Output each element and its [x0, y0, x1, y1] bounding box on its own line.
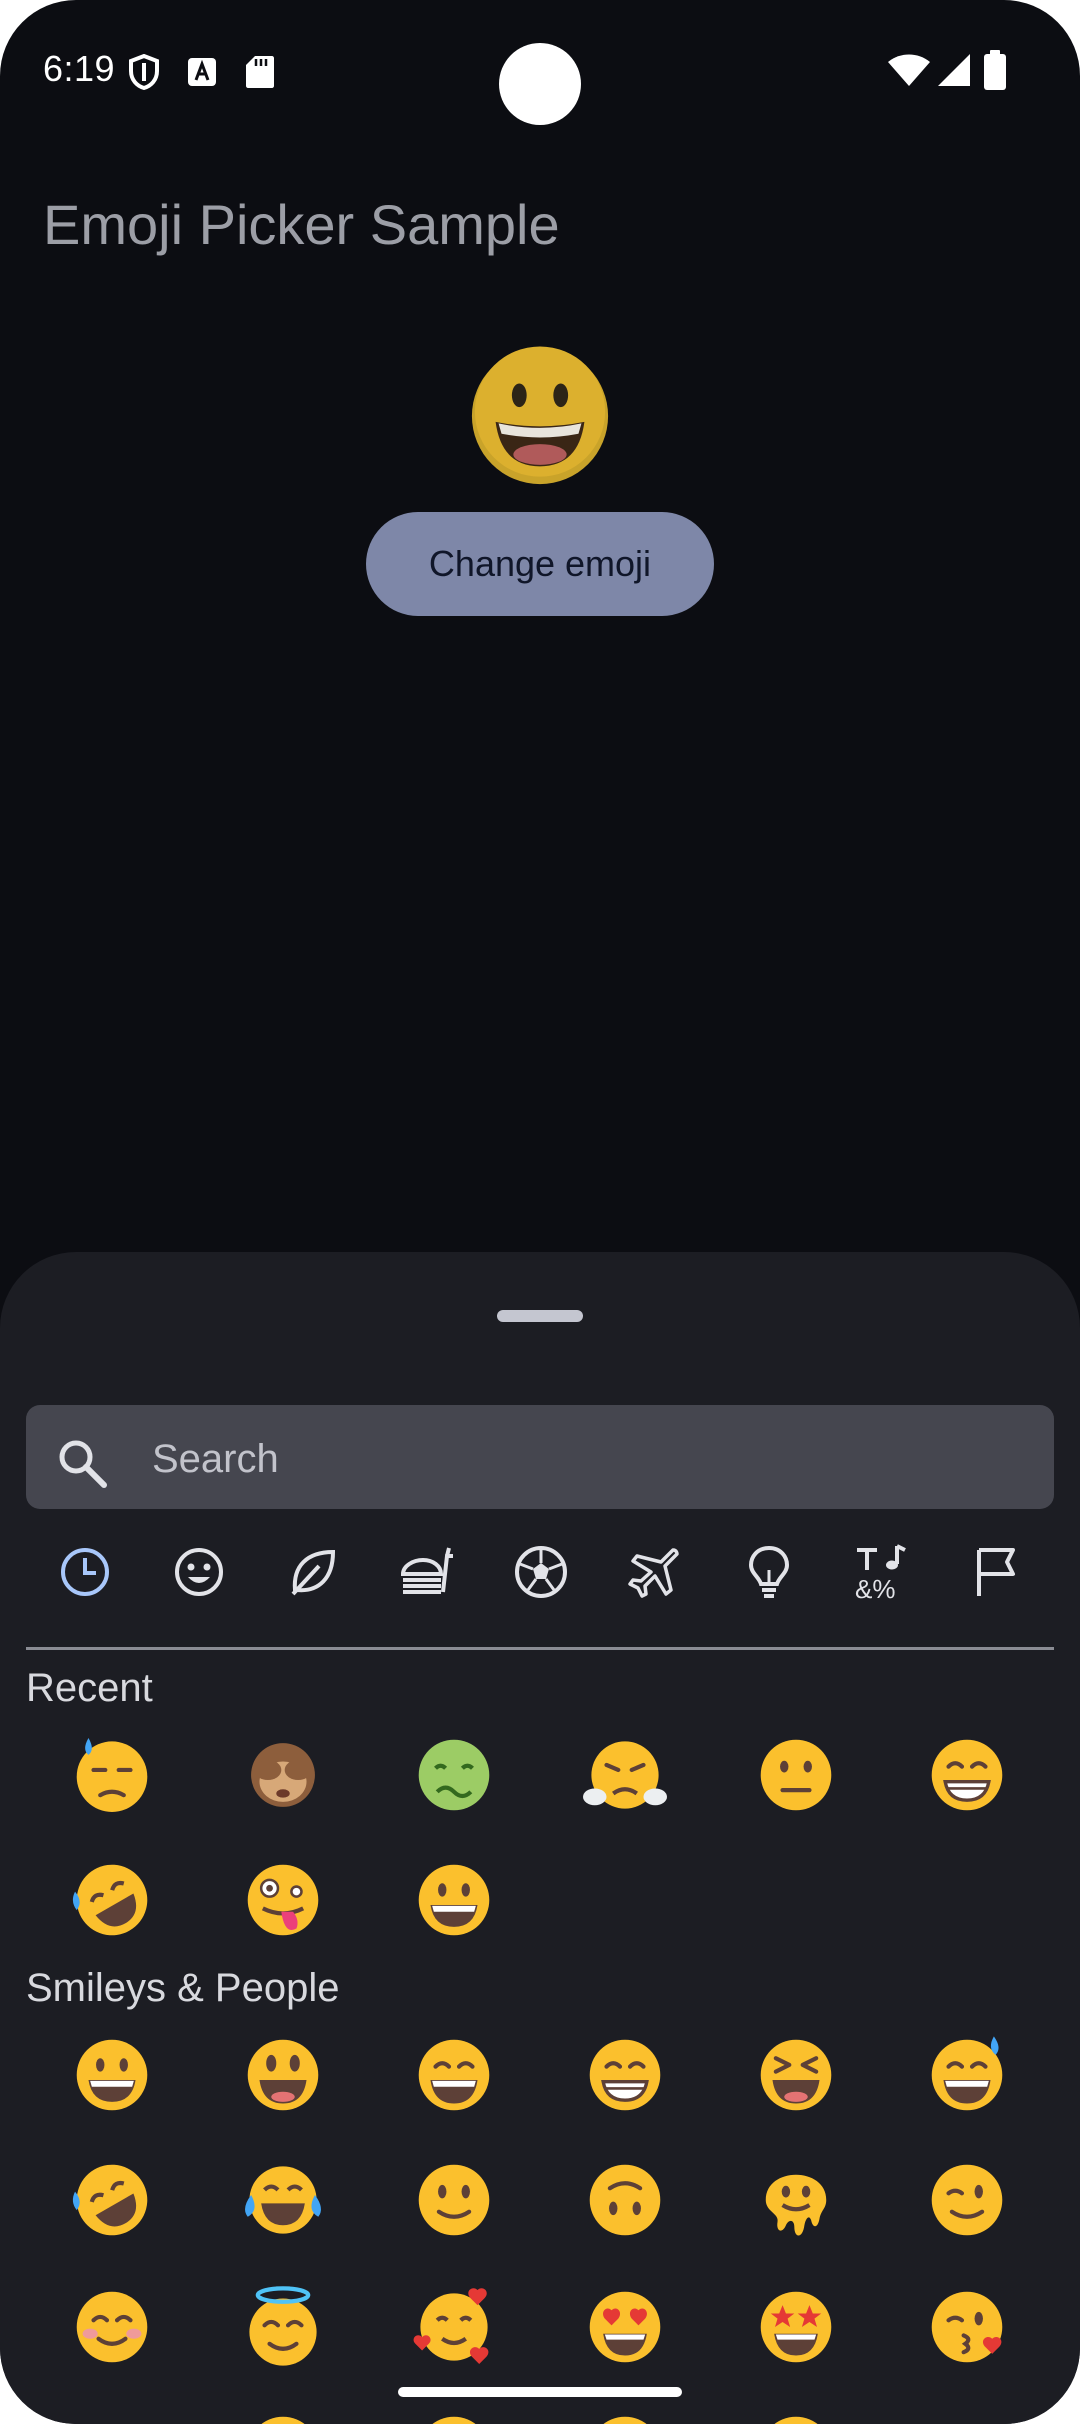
food-icon[interactable]	[397, 1542, 457, 1602]
status-time: 6:19	[43, 48, 116, 89]
font-a-icon	[188, 58, 216, 86]
change-emoji-button[interactable]: Change emoji	[366, 512, 714, 616]
svg-text:&%: &%	[855, 1574, 895, 1602]
emoji-beaming-face[interactable]	[583, 2033, 667, 2117]
drag-handle[interactable]	[497, 1310, 583, 1322]
emoji-grinning-sweat[interactable]	[925, 2033, 1009, 2117]
camera-cutout	[499, 43, 581, 125]
emoji-tears-of-joy[interactable]	[241, 2158, 325, 2242]
search-input[interactable]: Search	[152, 1437, 279, 1482]
selected-emoji-grinning-face	[471, 346, 609, 485]
emoji-partial-row	[603, 2416, 647, 2424]
section-header-recent: Recent	[26, 1666, 153, 1710]
emoji-nauseated-face[interactable]	[412, 1733, 496, 1817]
emoji-rofl-face[interactable]	[70, 1858, 154, 1942]
search-bar[interactable]: Search	[26, 1405, 1054, 1509]
category-divider	[26, 1647, 1054, 1650]
phone-screen: 6:19 Emoji Picker Sample Change emoji Se…	[0, 0, 1080, 2424]
emoji-grinning-smiling-eyes[interactable]	[412, 2033, 496, 2117]
airplane-icon[interactable]	[625, 1542, 685, 1602]
wifi-icon	[888, 54, 930, 86]
battery-icon	[984, 50, 1006, 90]
emoji-partial-row	[261, 2416, 305, 2424]
flag-icon[interactable]	[967, 1542, 1027, 1602]
emoji-speak-no-evil-monkey[interactable]	[241, 1733, 325, 1817]
emoji-neutral-face[interactable]	[754, 1733, 838, 1817]
emoji-grinning-face[interactable]	[70, 2033, 154, 2117]
emoji-squinting-laugh[interactable]	[754, 2033, 838, 2117]
clock-icon[interactable]	[55, 1542, 115, 1602]
emoji-star-struck[interactable]	[754, 2285, 838, 2369]
emoji-melting-face[interactable]	[754, 2158, 838, 2242]
smiley-icon[interactable]	[169, 1542, 229, 1602]
emoji-rofl-face[interactable]	[70, 2158, 154, 2242]
lightbulb-icon[interactable]	[739, 1542, 799, 1602]
status-bar: 6:19	[0, 0, 1080, 140]
shield-icon	[129, 54, 159, 90]
emoji-beaming-face[interactable]	[925, 1733, 1009, 1817]
signal-icon	[938, 54, 970, 86]
soccer-ball-icon[interactable]	[511, 1542, 571, 1602]
emoji-heart-eyes[interactable]	[583, 2285, 667, 2369]
emoji-slight-smile[interactable]	[412, 2158, 496, 2242]
sd-card-icon	[246, 56, 274, 88]
emoji-hearts-face[interactable]	[412, 2285, 496, 2369]
emoji-grinning-big-eyes[interactable]	[241, 2033, 325, 2117]
emoji-steam-nose-face[interactable]	[583, 1733, 667, 1817]
symbols-icon[interactable]: &%	[853, 1542, 913, 1602]
emoji-kissing-face[interactable]	[925, 2285, 1009, 2369]
app-title: Emoji Picker Sample	[43, 193, 560, 256]
search-icon	[59, 1440, 107, 1488]
section-header-smileys-people: Smileys & People	[26, 1966, 340, 2010]
emoji-halo-face[interactable]	[241, 2285, 325, 2369]
emoji-smiling-blush[interactable]	[70, 2285, 154, 2369]
emoji-zany-face[interactable]	[241, 1858, 325, 1942]
emoji-partial-row	[774, 2416, 818, 2424]
emoji-downcast-sweat[interactable]	[70, 1733, 154, 1817]
gesture-nav-handle[interactable]	[398, 2387, 682, 2397]
leaf-icon[interactable]	[283, 1542, 343, 1602]
emoji-picker-sheet: Search &% Recent Smileys & People	[0, 1252, 1080, 2424]
emoji-partial-row	[432, 2416, 476, 2424]
emoji-upside-down-face[interactable]	[583, 2158, 667, 2242]
emoji-winking-face[interactable]	[925, 2158, 1009, 2242]
emoji-grinning-face[interactable]	[412, 1858, 496, 1942]
